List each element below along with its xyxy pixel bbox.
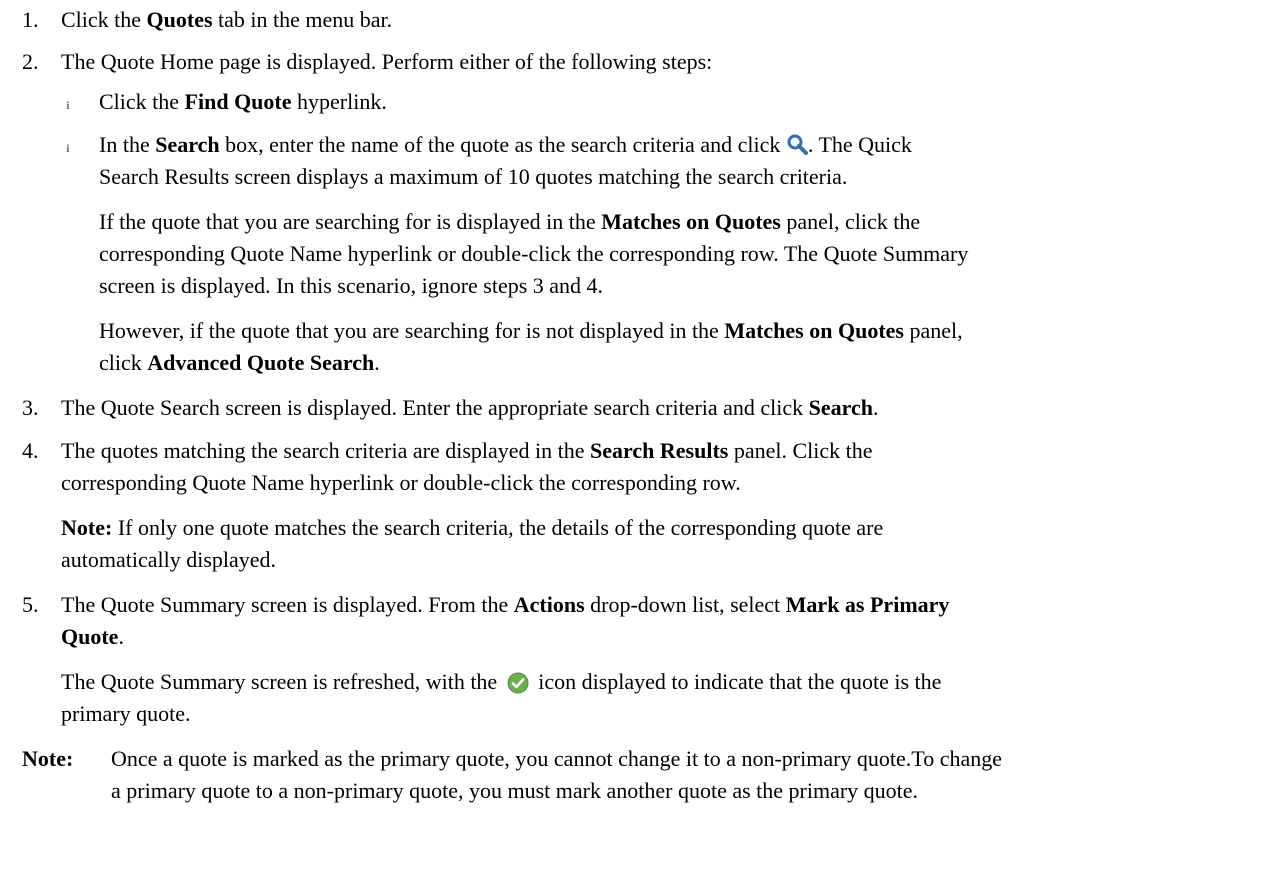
paragraph-3-line-1: The Quote Summary screen is refreshed, w…: [61, 666, 1241, 698]
text-run: Click the: [61, 7, 147, 32]
paragraph-3-line-2: primary quote.: [61, 701, 191, 726]
step-5-line-2: Quote.: [61, 621, 1241, 653]
text-run: icon displayed to indicate that the quot…: [532, 669, 942, 694]
bold-term: Search Results: [590, 438, 729, 463]
paragraph-2-line-2: click Advanced Quote Search.: [99, 347, 1229, 379]
bold-term: Mark as Primary: [785, 592, 950, 617]
bullet-2-line-1: In the Search box, enter the name of the…: [99, 129, 1229, 161]
text-run: .: [374, 350, 380, 375]
bold-term: Search: [808, 395, 874, 420]
text-run: The quotes matching the search criteria …: [61, 438, 591, 463]
text-run: drop-down list, select: [584, 592, 786, 617]
bullet-marker: ℹ: [66, 144, 70, 155]
bold-term: Quote: [61, 624, 119, 649]
final-note-label: Note:: [22, 746, 74, 771]
check-circle-icon: [507, 672, 529, 694]
text-run: . The Quick: [807, 132, 912, 157]
text-run: .: [118, 624, 124, 649]
text-run: If only one quote matches the search cri…: [112, 515, 884, 540]
paragraph-1-line-1: If the quote that you are searching for …: [99, 206, 1229, 238]
bullet-marker: ℹ: [66, 101, 70, 112]
step-3-text: The Quote Search screen is displayed. En…: [61, 392, 1241, 424]
text-run: panel, click the: [780, 209, 921, 234]
step-number: 2.: [22, 49, 39, 74]
bold-term: Quotes: [146, 7, 213, 32]
text-run: box, enter the name of the quote as the …: [219, 132, 786, 157]
text-run: hyperlink.: [291, 89, 387, 114]
search-icon: [787, 134, 808, 155]
text-run: The Quote Summary screen is refreshed, w…: [61, 669, 503, 694]
bold-term: Search: [155, 132, 220, 157]
bullet-2-line-2: Search Results screen displays a maximum…: [99, 164, 848, 189]
text-run: .: [873, 395, 879, 420]
bullet-1-text: Click the Find Quote hyperlink.: [99, 86, 1229, 118]
text-run: The Quote Summary screen is displayed. F…: [61, 592, 514, 617]
text-run: tab in the menu bar.: [212, 7, 393, 32]
bold-term: Matches on Quotes: [724, 318, 904, 343]
bold-term: Find Quote: [184, 89, 292, 114]
note-label: Note:: [61, 515, 113, 540]
step-4-line-1: The quotes matching the search criteria …: [61, 435, 1241, 467]
text-run: panel,: [903, 318, 963, 343]
final-note-line-2: a primary quote to a non-primary quote, …: [111, 778, 919, 803]
step-number: 5.: [22, 592, 39, 617]
final-note-line-1: Once a quote is marked as the primary qu…: [111, 746, 1002, 771]
note-1-line-1: Note: If only one quote matches the sear…: [61, 512, 1241, 544]
text-run: The Quote Search screen is displayed. En…: [61, 395, 809, 420]
text-run: If the quote that you are searching for …: [99, 209, 602, 234]
step-4-line-2: corresponding Quote Name hyperlink or do…: [61, 470, 741, 495]
text-run: Click the: [99, 89, 185, 114]
bold-term: Actions: [513, 592, 585, 617]
step-number: 3.: [22, 395, 39, 420]
text-run: However, if the quote that you are searc…: [99, 318, 725, 343]
bold-term: Advanced Quote Search: [147, 350, 375, 375]
step-5-line-1: The Quote Summary screen is displayed. F…: [61, 589, 1241, 621]
document-page: 1. Click the Quotes tab in the menu bar.…: [0, 0, 1266, 888]
step-1-text: Click the Quotes tab in the menu bar.: [61, 4, 1241, 36]
text-run: In the: [99, 132, 156, 157]
step-number: 4.: [22, 438, 39, 463]
text-run: panel. Click the: [728, 438, 873, 463]
step-number: 1.: [22, 7, 39, 32]
step-2-text: The Quote Home page is displayed. Perfor…: [61, 49, 713, 74]
text-run: click: [99, 350, 148, 375]
paragraph-1-line-2: corresponding Quote Name hyperlink or do…: [99, 241, 969, 266]
paragraph-1-line-3: screen is displayed. In this scenario, i…: [99, 273, 604, 298]
paragraph-2-line-1: However, if the quote that you are searc…: [99, 315, 1229, 347]
bold-term: Matches on Quotes: [601, 209, 781, 234]
note-1-line-2: automatically displayed.: [61, 547, 277, 572]
